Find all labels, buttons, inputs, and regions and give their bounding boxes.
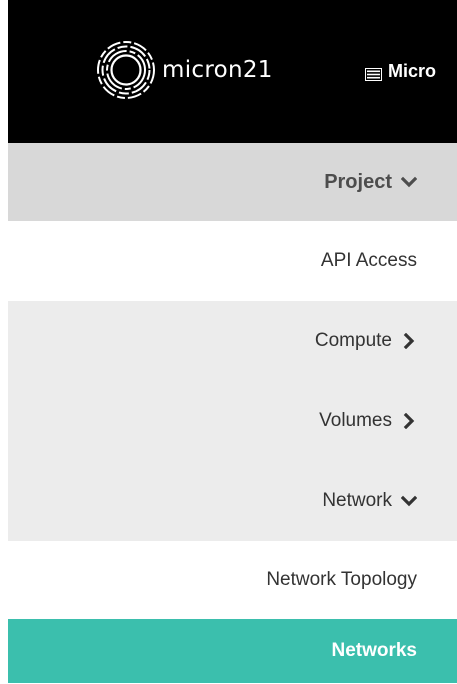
chevron-right-icon	[401, 333, 417, 349]
sidebar-item-label: Compute	[314, 330, 392, 351]
sidebar-section-project[interactable]: Project	[8, 143, 457, 221]
sidebar-item-label: API Access	[320, 250, 417, 271]
chevron-down-icon	[401, 174, 417, 190]
chevron-right-icon	[401, 413, 417, 429]
chevron-down-icon	[401, 493, 417, 509]
sidebar-item-label: Volumes	[319, 410, 392, 431]
sidebar-item-api-access[interactable]: API Access	[8, 221, 457, 301]
sidebar-nav: Project API Access Compute Volumes Netwo…	[8, 143, 457, 683]
micron21-logo-icon	[97, 41, 155, 99]
project-switcher-label: Micro	[388, 60, 437, 81]
sidebar-item-network[interactable]: Network	[8, 461, 457, 541]
sidebar-item-volumes[interactable]: Volumes	[8, 381, 457, 461]
sidebar-item-compute[interactable]: Compute	[8, 301, 457, 381]
project-switcher[interactable]: Micro	[365, 60, 436, 82]
logo-text: micron21	[162, 57, 273, 83]
top-navbar: micron21 Micro	[8, 0, 457, 143]
brand-logo[interactable]: micron21	[96, 40, 273, 100]
sidebar-item-networks[interactable]: Networks	[8, 619, 457, 683]
sidebar-item-label: Networks	[331, 640, 417, 661]
sidebar-item-label: Network	[322, 490, 392, 511]
list-icon	[365, 65, 382, 81]
sidebar-section-label: Project	[324, 170, 392, 193]
sidebar-item-network-topology[interactable]: Network Topology	[8, 541, 457, 619]
sidebar-item-label: Network Topology	[266, 569, 417, 590]
